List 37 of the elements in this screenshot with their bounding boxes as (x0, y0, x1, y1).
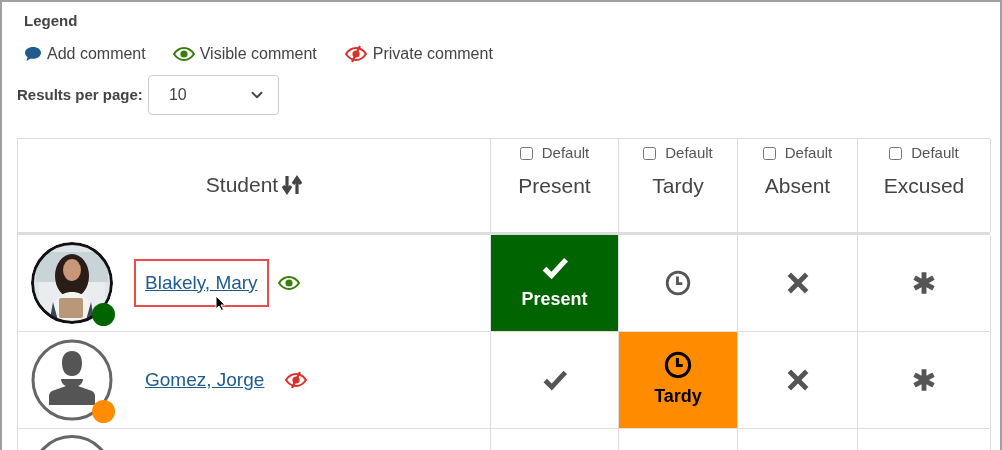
default-checkbox[interactable] (762, 146, 776, 160)
default-label: Default (784, 142, 833, 163)
status-cell-selected[interactable]: Tardy (619, 332, 738, 428)
legend-label: Add comment (47, 44, 146, 64)
asterisk-icon (911, 270, 937, 296)
column-header[interactable]: Student (205, 168, 279, 201)
results-per-page-select[interactable]: 10 (147, 75, 279, 115)
status-label: Present (521, 287, 588, 311)
clock-icon (664, 350, 692, 379)
clock-icon (665, 270, 691, 296)
eye-slash-icon (284, 371, 309, 389)
default-label: Default (911, 142, 959, 163)
default-checkbox[interactable] (519, 146, 533, 160)
column-header: Absent (764, 173, 831, 199)
default-label: Default (665, 142, 713, 163)
sort-icon[interactable] (282, 173, 303, 196)
status-cell-selected[interactable]: Present (491, 235, 619, 331)
column-header: Excused (883, 173, 965, 199)
eye-icon (277, 276, 300, 290)
eye-slash-icon (343, 45, 368, 63)
legend-title: Legend (24, 11, 79, 30)
status-label: Tardy (654, 384, 702, 408)
legend-label: Private comment (372, 44, 493, 64)
default-checkbox[interactable] (643, 146, 657, 160)
column-header: Present (518, 173, 591, 199)
speech-bubble-icon (24, 46, 42, 62)
column-header: Tardy (652, 173, 704, 199)
results-per-page-label: Results per page: (17, 84, 143, 105)
student-name-link[interactable]: Gomez, Jorge (134, 355, 276, 405)
legend-label: Visible comment (199, 44, 317, 64)
eye-icon (172, 47, 195, 61)
default-label: Default (541, 142, 590, 163)
cursor-icon (215, 294, 226, 311)
asterisk-icon (911, 367, 937, 393)
student-name-link[interactable]: Blakely, Mary (134, 258, 269, 308)
default-checkbox[interactable] (889, 146, 903, 160)
person-silhouette-icon (31, 339, 113, 421)
